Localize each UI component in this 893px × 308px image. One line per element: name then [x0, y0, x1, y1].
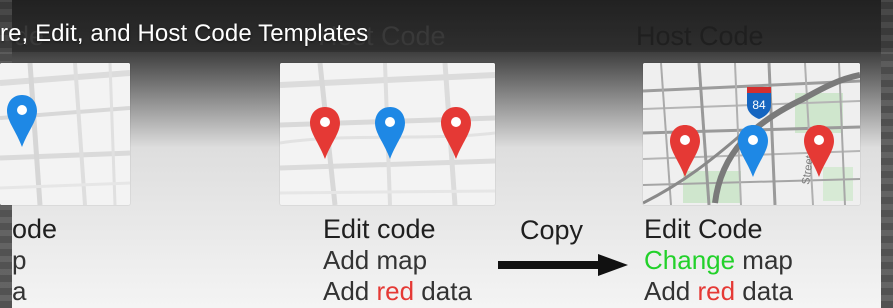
right-map-graphic: 84 Street [643, 63, 860, 205]
left-caption-line-2: a [12, 276, 27, 306]
left-caption: ode p a [12, 214, 57, 307]
right-caption-line-1: Change map [644, 245, 793, 276]
right-caption-line-2-prefix: Add [644, 276, 698, 306]
middle-caption-line-2-prefix: Add [323, 276, 377, 306]
middle-map-graphic [280, 63, 495, 205]
left-caption-heading: ode [12, 214, 58, 244]
middle-caption-line-1: Add map [323, 245, 428, 275]
middle-caption-line-2: Add red data [323, 276, 472, 307]
middle-map-panel [280, 63, 495, 205]
left-caption-line-1: p [12, 245, 27, 275]
copy-label: Copy [520, 215, 584, 245]
left-map-panel [0, 63, 130, 205]
right-caption-line-2-suffix: data [735, 276, 793, 306]
right-caption-line-1-suffix: map [735, 245, 793, 275]
right-caption: Edit Code Change map Add red data [644, 214, 793, 307]
middle-caption-line-2-suffix: data [414, 276, 472, 306]
video-title: re, Edit, and Host Code Templates [0, 20, 369, 47]
right-slide-title: Host Code [636, 21, 764, 51]
video-frame: de Host Code Host Code re, Edit, and Hos… [0, 0, 893, 308]
middle-caption-heading: Edit code [323, 214, 436, 244]
highway-shield-number: 84 [752, 98, 766, 112]
arrow-right-icon [498, 254, 628, 276]
right-caption-line-2: Add red data [644, 276, 793, 307]
left-map-graphic [0, 63, 130, 205]
middle-caption-red-word: red [376, 276, 415, 306]
right-map-panel: 84 Street [643, 63, 860, 205]
right-caption-red-word: red [697, 276, 736, 306]
right-caption-heading: Edit Code [644, 214, 763, 244]
middle-caption: Edit code Add map Add red data [323, 214, 472, 307]
right-caption-change-word: Change [644, 245, 736, 275]
